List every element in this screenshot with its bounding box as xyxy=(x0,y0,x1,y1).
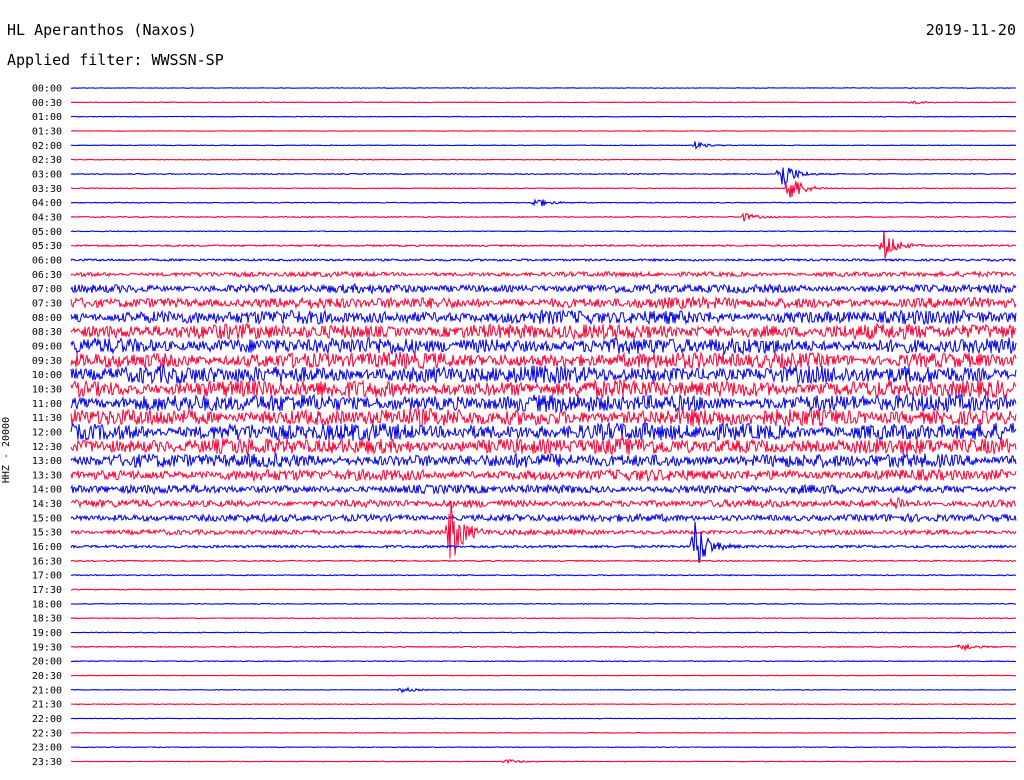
tick-label-1900: 19:00 xyxy=(32,628,62,639)
trace-row-1100 xyxy=(70,393,1017,414)
trace-row-0700 xyxy=(70,282,1017,296)
trace-row-2000 xyxy=(70,660,1017,663)
trace-row-0900 xyxy=(70,337,1017,356)
trace-row-0930 xyxy=(70,351,1017,371)
trace-row-0130 xyxy=(70,130,1017,132)
trace-row-2200 xyxy=(70,717,1017,720)
trace-row-0330 xyxy=(70,181,1017,198)
tick-label-0300: 03:00 xyxy=(32,169,62,180)
trace-row-2130 xyxy=(70,703,1017,706)
tick-label-1600: 16:00 xyxy=(32,542,62,553)
tick-label-0400: 04:00 xyxy=(32,198,62,209)
trace-row-1130 xyxy=(70,407,1017,427)
tick-label-2200: 22:00 xyxy=(32,714,62,725)
trace-row-0230 xyxy=(70,158,1017,161)
trace-row-0000 xyxy=(70,87,1016,89)
trace-row-1230 xyxy=(70,436,1017,456)
tick-label-1400: 14:00 xyxy=(32,485,62,496)
trace-row-2100 xyxy=(71,686,1016,694)
tick-label-0930: 09:30 xyxy=(32,356,62,367)
tick-label-1030: 10:30 xyxy=(32,384,62,395)
trace-row-0830 xyxy=(70,322,1017,341)
trace-row-0400 xyxy=(70,198,1017,207)
trace-row-2230 xyxy=(70,731,1017,734)
trace-row-1830 xyxy=(70,617,1017,620)
trace-row-2030 xyxy=(71,674,1017,677)
trace-row-0630 xyxy=(70,270,1017,279)
trace-row-1600 xyxy=(70,521,1017,563)
trace-row-0200 xyxy=(70,140,1017,150)
tick-label-0700: 07:00 xyxy=(32,284,62,295)
tick-label-1530: 15:30 xyxy=(32,528,62,539)
tick-label-1930: 19:30 xyxy=(32,642,62,653)
helicorder-plot: 00:00 00:30 01:00 01:30 02:00 02:30 03:00 03:30… xyxy=(32,84,1017,769)
tick-label-0430: 04:30 xyxy=(32,212,62,223)
trace-row-2330 xyxy=(71,758,1017,765)
tick-label-0030: 00:30 xyxy=(32,98,62,109)
trace-row-1730 xyxy=(71,588,1017,591)
trace-row-1900 xyxy=(70,631,1017,634)
trace-row-1800 xyxy=(70,602,1017,606)
trace-row-0430 xyxy=(70,212,1017,222)
tick-label-0630: 06:30 xyxy=(32,270,62,281)
tick-label-0900: 09:00 xyxy=(32,341,62,352)
trace-row-0100 xyxy=(70,115,1017,118)
trace-row-0300 xyxy=(70,167,1017,186)
tick-label-0800: 08:00 xyxy=(32,313,62,324)
tick-label-2100: 21:00 xyxy=(32,685,62,696)
tick-label-0500: 05:00 xyxy=(32,227,62,238)
tick-label-0130: 01:30 xyxy=(32,126,62,137)
tick-label-0600: 06:00 xyxy=(32,255,62,266)
trace-row-0500 xyxy=(70,230,1017,233)
tick-label-2230: 22:30 xyxy=(32,728,62,739)
tick-label-1630: 16:30 xyxy=(32,556,62,567)
trace-layer xyxy=(70,87,1017,765)
trace-row-2300 xyxy=(70,746,1017,749)
trace-row-0530 xyxy=(71,230,1017,259)
tick-label-1500: 15:00 xyxy=(32,513,62,524)
tick-label-1000: 10:00 xyxy=(32,370,62,381)
tick-label-1300: 13:00 xyxy=(32,456,62,467)
tick-label-1230: 12:30 xyxy=(32,442,62,453)
trace-row-1000 xyxy=(70,363,1017,386)
trace-row-1330 xyxy=(70,467,1017,483)
tick-label-layer: 00:00 00:30 01:00 01:30 02:00 02:30 03:00 03:30… xyxy=(32,84,62,769)
trace-row-0800 xyxy=(70,308,1017,326)
tick-label-1430: 14:30 xyxy=(32,499,62,510)
trace-row-1300 xyxy=(70,451,1017,470)
trace-row-0030 xyxy=(70,100,1017,105)
trace-row-1700 xyxy=(70,573,1017,577)
trace-row-1400 xyxy=(70,483,1017,496)
tick-label-2300: 23:00 xyxy=(32,743,62,754)
trace-row-1500 xyxy=(70,512,1017,524)
tick-label-2130: 21:30 xyxy=(32,700,62,711)
trace-row-0730 xyxy=(70,295,1017,311)
tick-label-0100: 01:00 xyxy=(32,112,62,123)
tick-label-1700: 17:00 xyxy=(32,571,62,582)
trace-row-1630 xyxy=(70,559,1017,563)
tick-label-2030: 20:30 xyxy=(32,671,62,682)
tick-label-0830: 08:30 xyxy=(32,327,62,338)
tick-label-0000: 00:00 xyxy=(32,84,62,95)
tick-label-2000: 20:00 xyxy=(32,657,62,668)
trace-row-1200 xyxy=(70,421,1017,442)
tick-label-0330: 03:30 xyxy=(32,184,62,195)
trace-row-1530 xyxy=(70,501,1017,559)
trace-row-1930 xyxy=(70,642,1017,652)
tick-label-1730: 17:30 xyxy=(32,585,62,596)
tick-label-0530: 05:30 xyxy=(32,241,62,252)
trace-row-1430 xyxy=(70,497,1017,510)
trace-row-0600 xyxy=(70,257,1017,263)
tick-label-2330: 23:30 xyxy=(32,757,62,768)
tick-label-1800: 18:00 xyxy=(32,599,62,610)
tick-label-1130: 11:30 xyxy=(32,413,62,424)
tick-label-0200: 02:00 xyxy=(32,141,62,152)
tick-label-0230: 02:30 xyxy=(32,155,62,166)
tick-label-1830: 18:30 xyxy=(32,614,62,625)
tick-label-0730: 07:30 xyxy=(32,298,62,309)
tick-label-1100: 11:00 xyxy=(32,399,62,410)
tick-label-1200: 12:00 xyxy=(32,427,62,438)
tick-label-1330: 13:30 xyxy=(32,470,62,481)
